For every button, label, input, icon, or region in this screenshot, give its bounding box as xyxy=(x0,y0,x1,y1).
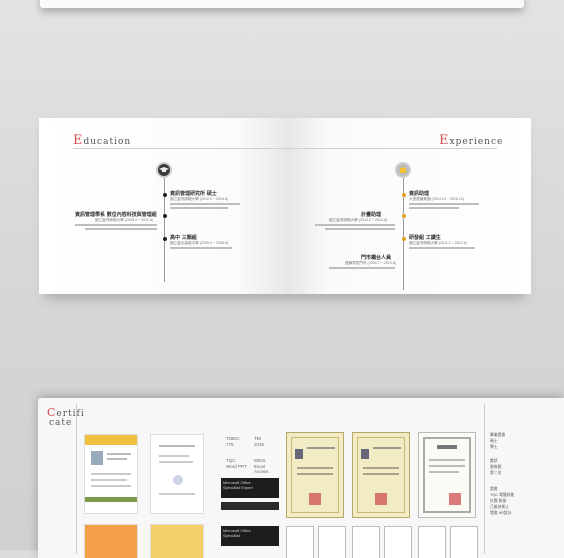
text-line xyxy=(329,267,395,269)
small-certificate xyxy=(418,526,446,558)
timeline-dot xyxy=(402,214,406,218)
education-entry-sub: 國立臺北高級中學 (2005.9 ~ 2008.6) xyxy=(170,241,229,245)
experience-heading: Experience xyxy=(439,133,503,148)
badge-line2: Specialist Expert xyxy=(223,485,253,490)
resume-thumbnail xyxy=(84,434,138,514)
experience-heading-initial: E xyxy=(439,133,450,148)
experience-entry-sub: 連鎖零售門市 (2009.7 ~ 2010.8) xyxy=(345,261,397,265)
education-heading-rest: ducation xyxy=(83,137,132,147)
experience-timeline xyxy=(403,170,404,290)
side-note: 學士 xyxy=(490,445,498,449)
text-line xyxy=(409,203,479,205)
text-line xyxy=(315,224,395,226)
top-booklet-edge xyxy=(40,0,524,8)
certificate-heading: Certifi cate xyxy=(47,407,85,428)
text-line xyxy=(85,228,157,230)
resume-booklet-spread: Education 資訊管理研究所 碩士 國立臺灣師範大學 (2012.9 ~ … xyxy=(39,118,531,298)
experience-entry-title: 資訊助理 xyxy=(409,191,430,197)
small-certificate xyxy=(318,526,346,558)
small-certificate xyxy=(286,526,314,558)
education-heading-initial: E xyxy=(73,133,84,148)
microsoft-office-badge: Microsoft Office Specialist Expert xyxy=(221,478,279,498)
text-line xyxy=(170,207,228,209)
microsoft-office-badge: Microsoft Office Specialist xyxy=(221,526,279,546)
test-name: TOEIC xyxy=(226,436,240,441)
diploma-certificate xyxy=(286,432,344,518)
briefcase-icon xyxy=(395,162,411,178)
test-score: 2016 xyxy=(254,442,265,447)
certificate-heading-line2: cate xyxy=(49,418,73,428)
test-score: 775 xyxy=(226,442,234,447)
resume-thumbnail xyxy=(84,524,138,558)
side-note: 證書 AR設計 xyxy=(490,511,512,515)
text-line xyxy=(409,207,459,209)
test-score: Word PPT xyxy=(226,464,247,469)
small-certificate xyxy=(384,526,412,558)
education-entry-title: 高中 三類組 xyxy=(170,235,197,241)
timeline-dot xyxy=(163,237,167,241)
test-name: MIOS xyxy=(254,458,266,463)
education-entry-sub: 國立臺灣師範大學 (2008.9 ~ 2012.6) xyxy=(95,218,154,222)
text-line xyxy=(409,247,475,249)
education-entry-title: 資訊管理研究所 碩士 xyxy=(170,191,217,197)
text-line xyxy=(325,228,395,230)
test-score: Excel Access xyxy=(254,464,269,474)
test-name: TBI xyxy=(254,436,262,441)
diploma-certificate xyxy=(352,432,410,518)
text-line xyxy=(170,247,232,249)
education-entry-sub: 國立臺灣師範大學 (2012.9 ~ 2014.6) xyxy=(170,197,229,201)
certificate-booklet: Certifi cate TOEIC 775 TBI 2016 TQC Word… xyxy=(38,398,564,558)
document-thumbnail xyxy=(150,434,204,514)
education-timeline xyxy=(164,170,165,282)
divider xyxy=(76,404,77,554)
timeline-dot xyxy=(402,237,406,241)
experience-entry-sub: 國立臺灣師範大學 (2013.2 ~ 2014.6) xyxy=(329,218,388,222)
award-certificate xyxy=(418,432,476,518)
timeline-dot xyxy=(163,193,167,197)
graduation-cap-icon xyxy=(156,162,172,178)
badge-line2: Specialist xyxy=(223,533,241,538)
test-name: TQC xyxy=(226,458,236,463)
timeline-dot xyxy=(163,214,167,218)
experience-rule xyxy=(285,148,497,149)
experience-entry-title: 門市櫃台人員 xyxy=(361,255,392,261)
divider xyxy=(484,404,485,554)
experience-entry-sub: 國立臺灣師範大學 (2011.2 ~ 2012.6) xyxy=(409,241,467,245)
product-photo-stage: Education 資訊管理研究所 碩士 國立臺灣師範大學 (2012.9 ~ … xyxy=(0,0,564,558)
text-line xyxy=(75,224,157,226)
education-entry-title: 資訊管理學系 數位內容科技與管理組 xyxy=(75,212,157,218)
experience-page: Experience 資訊助理 大型連鎖集團 (2014.10 ~ 2016.1… xyxy=(285,118,531,294)
resume-thumbnail xyxy=(150,524,204,558)
small-certificate xyxy=(450,526,478,558)
experience-entry-title: 計畫助理 xyxy=(361,212,382,218)
experience-entry-title: 研發組 工讀生 xyxy=(409,235,441,241)
badge-bar xyxy=(221,502,279,510)
education-heading: Education xyxy=(73,133,131,148)
timeline-dot xyxy=(402,193,406,197)
experience-entry-sub: 大型連鎖集團 (2014.10 ~ 2016.12) xyxy=(409,197,465,201)
experience-heading-rest: xperience xyxy=(449,137,504,147)
text-line xyxy=(170,203,240,205)
education-rule xyxy=(73,148,285,149)
side-note: 第二名 xyxy=(490,471,502,475)
education-page: Education 資訊管理研究所 碩士 國立臺灣師範大學 (2012.9 ~ … xyxy=(39,118,285,294)
small-certificate xyxy=(352,526,380,558)
